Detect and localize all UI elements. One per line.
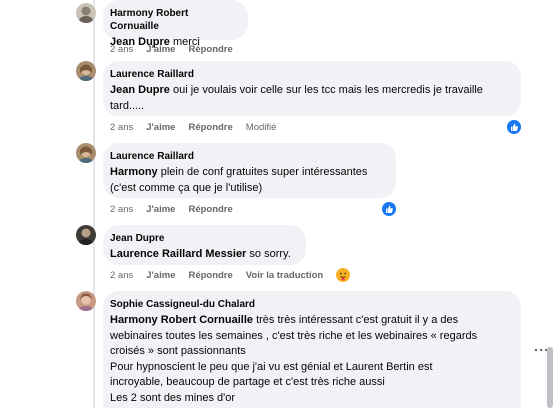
comment-text: Laurence Raillard Messier so sorry. xyxy=(110,247,296,263)
thumbs-up-icon xyxy=(386,205,393,213)
comment-author[interactable]: Harmony Robert Cornuaille xyxy=(110,7,238,33)
comment-time[interactable]: 2 ans xyxy=(110,44,133,55)
comment-bubble: Jean Dupre Laurence Raillard Messier so … xyxy=(103,225,306,265)
comment-text: Jean Dupre oui je voulais voir celle sur… xyxy=(110,83,511,114)
like-button[interactable]: J'aime xyxy=(146,44,175,55)
comment-text-line: plein de conf gratuites super intéressan… xyxy=(157,166,368,178)
comment-bubble: Harmony Robert Cornuaille Jean Dupre mer… xyxy=(103,0,248,48)
scrollbar[interactable] xyxy=(547,347,553,408)
comment-text: Harmony Robert Cornuaille très très inté… xyxy=(110,313,511,406)
reply-button[interactable]: Répondre xyxy=(188,122,232,133)
comment-text-line: Les 2 sont des mines d'or xyxy=(110,391,236,404)
avatar-jean[interactable] xyxy=(76,225,96,245)
edited-label[interactable]: Modifié xyxy=(246,122,277,133)
avatar-sophie[interactable] xyxy=(76,291,96,311)
comment-text-line: incroyable, beaucoup de partage et c'est… xyxy=(110,376,385,388)
comment-bubble: Laurence Raillard Jean Dupre oui je voul… xyxy=(103,61,521,116)
thumbs-up-icon xyxy=(511,123,518,131)
comment-time[interactable]: 2 ans xyxy=(110,270,133,281)
reply-button[interactable]: Répondre xyxy=(188,204,232,215)
comment-actions: 2 ans J'aime Répondre xyxy=(110,44,246,56)
reaction-badge[interactable] xyxy=(380,200,398,218)
comment-text-line: (c'est comme ça que je l'utilise) xyxy=(110,181,263,194)
reply-button[interactable]: Répondre xyxy=(188,44,232,55)
comment-actions: 2 ans J'aime Répondre Modifié xyxy=(110,122,289,134)
comment-bubble: Sophie Cassigneul-du Chalard Harmony Rob… xyxy=(103,291,521,408)
comment-author[interactable]: Laurence Raillard xyxy=(110,68,511,81)
comment-author[interactable]: Laurence Raillard xyxy=(110,150,386,163)
comment-actions: 2 ans J'aime Répondre Voir la traduction xyxy=(110,270,336,282)
mention[interactable]: Harmony Robert Cornuaille xyxy=(110,314,253,326)
comment-actions: 2 ans J'aime Répondre xyxy=(110,204,246,216)
comment-text-body: so sorry. xyxy=(246,248,291,260)
like-button[interactable]: J'aime xyxy=(146,204,175,215)
comment-time[interactable]: 2 ans xyxy=(110,204,133,215)
like-button[interactable]: J'aime xyxy=(146,122,175,133)
mention[interactable]: Jean Dupre xyxy=(110,84,170,96)
avatar-harmony[interactable] xyxy=(76,3,96,23)
comment-author[interactable]: Sophie Cassigneul-du Chalard xyxy=(110,298,511,311)
comment-text-line: webinaires toutes les semaines , c'est t… xyxy=(110,329,478,342)
avatar-laurence[interactable] xyxy=(76,61,96,81)
care-emoji-icon[interactable] xyxy=(335,267,351,283)
reply-button[interactable]: Répondre xyxy=(188,270,232,281)
comment-text-line: tard..... xyxy=(110,99,145,112)
like-button[interactable]: J'aime xyxy=(146,270,175,281)
thread-line xyxy=(93,0,95,408)
comment-text-line: Pour hypnoscient le peu que j'ai vu est … xyxy=(110,360,433,373)
reaction-badge[interactable] xyxy=(505,118,523,136)
comment-time[interactable]: 2 ans xyxy=(110,122,133,133)
comment-text-line: oui je voulais voir celle sur les tcc ma… xyxy=(169,84,483,96)
comment-text: Harmony plein de conf gratuites super in… xyxy=(110,165,386,196)
comment-author[interactable]: Jean Dupre xyxy=(110,232,296,245)
see-translation-button[interactable]: Voir la traduction xyxy=(246,270,323,281)
avatar-laurence[interactable] xyxy=(76,143,96,163)
comment-text-line: croisés » sont passionnants xyxy=(110,345,246,357)
comment-text-line: très très intéressant c'est gratuit il y… xyxy=(253,314,459,326)
mention[interactable]: Harmony xyxy=(110,166,158,178)
comment-bubble: Laurence Raillard Harmony plein de conf … xyxy=(103,143,396,198)
mention[interactable]: Laurence Raillard Messier xyxy=(110,248,246,260)
